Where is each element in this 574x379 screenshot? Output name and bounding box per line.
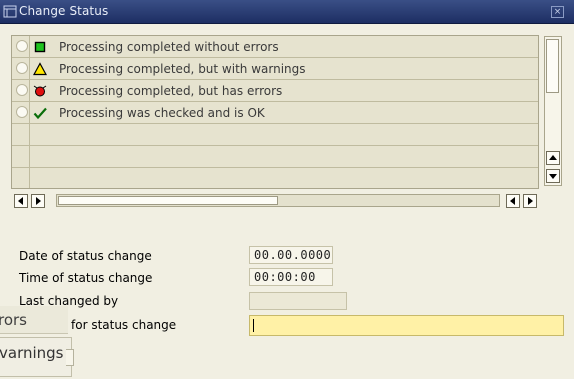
radio-button[interactable] — [16, 106, 28, 118]
window-icon — [3, 5, 17, 18]
table-row — [12, 146, 538, 168]
row-selector — [12, 102, 30, 123]
scroll-left-button-2[interactable] — [506, 194, 520, 208]
row-selector — [12, 168, 30, 188]
scroll-down-button[interactable] — [546, 169, 560, 183]
date-label: Date of status change — [19, 249, 152, 263]
overlay-fragment-bottom: ... — [0, 374, 8, 379]
scrollbar-thumb[interactable] — [58, 196, 278, 205]
window-title: Change Status — [19, 4, 109, 18]
yellow-triangle-icon — [33, 62, 47, 76]
table-row[interactable]: Processing completed without errors — [12, 36, 538, 58]
close-icon: × — [553, 7, 562, 17]
date-field[interactable]: 00.00.0000 — [249, 246, 333, 264]
overlay-panel: varnings — [0, 337, 574, 379]
reason-label: for status change — [71, 318, 177, 332]
scroll-left-button[interactable] — [14, 194, 28, 208]
row-selector — [12, 124, 30, 145]
radio-button[interactable] — [16, 84, 28, 96]
scroll-up-button[interactable] — [546, 151, 560, 165]
scrollbar-track[interactable] — [56, 194, 500, 207]
table-row — [12, 124, 538, 146]
scroll-right-button[interactable] — [31, 194, 45, 208]
red-circle-icon — [33, 85, 47, 97]
scroll-right-button-2[interactable] — [523, 194, 537, 208]
table-row[interactable]: Processing completed, but has errors — [12, 80, 538, 102]
status-table: Processing completed without errors Proc… — [11, 35, 539, 189]
overlay-fragment-warnings: varnings — [0, 337, 72, 377]
row-selector — [12, 36, 30, 57]
arrow-left-icon — [18, 197, 23, 205]
table-row[interactable]: Processing completed, but with warnings — [12, 58, 538, 80]
overlay-edge — [66, 349, 74, 366]
radio-button[interactable] — [16, 62, 28, 74]
status-label: Processing completed without errors — [59, 40, 279, 54]
overlay-text: varnings — [0, 344, 64, 362]
row-selector — [12, 58, 30, 79]
scrollbar-thumb[interactable] — [546, 39, 559, 93]
row-selector — [12, 146, 30, 167]
close-button[interactable]: × — [551, 6, 564, 18]
title-bar: Change Status × — [0, 0, 574, 24]
arrow-up-icon — [549, 155, 557, 160]
radio-button[interactable] — [16, 40, 28, 52]
status-label: Processing completed, but has errors — [59, 84, 283, 98]
table-row[interactable]: Processing was checked and is OK — [12, 102, 538, 124]
overlay-fragment-errors: rors — [0, 306, 68, 334]
row-selector — [12, 80, 30, 101]
horizontal-scrollbar[interactable] — [14, 193, 544, 208]
green-checkmark-icon — [33, 107, 47, 120]
overlay-text: rors — [0, 311, 27, 329]
vertical-scrollbar[interactable] — [544, 36, 562, 186]
arrow-right-icon — [528, 197, 533, 205]
time-label: Time of status change — [19, 271, 153, 285]
text-cursor — [253, 319, 254, 332]
arrow-left-icon — [510, 197, 515, 205]
arrow-down-icon — [549, 174, 557, 179]
changed-by-field — [249, 292, 347, 310]
reason-input[interactable] — [249, 315, 564, 336]
table-row — [12, 168, 538, 188]
status-label: Processing completed, but with warnings — [59, 62, 306, 76]
time-field[interactable]: 00:00:00 — [249, 268, 333, 286]
status-label: Processing was checked and is OK — [59, 106, 265, 120]
green-square-icon — [34, 41, 46, 53]
arrow-right-icon — [36, 197, 41, 205]
